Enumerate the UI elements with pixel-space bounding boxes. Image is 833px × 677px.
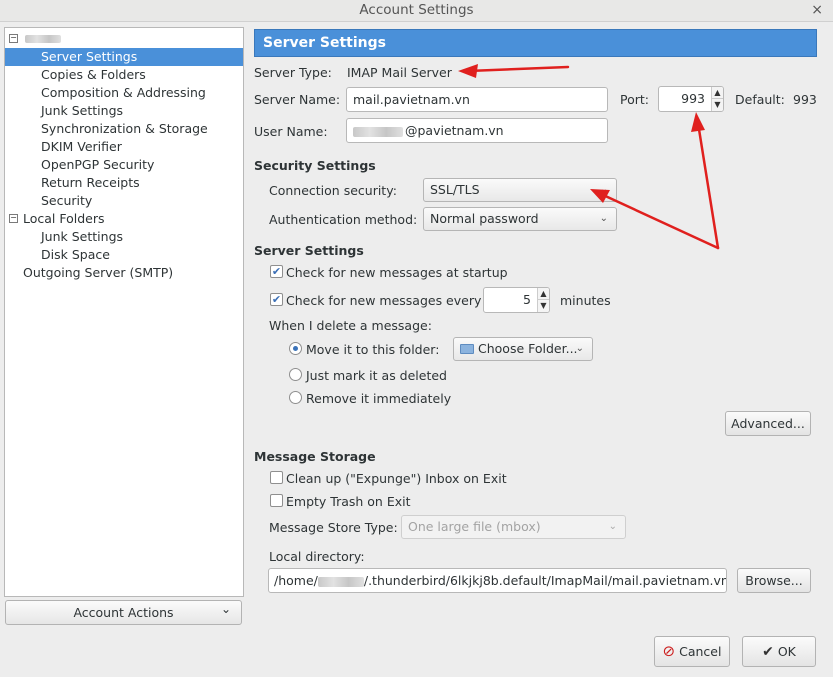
expunge-checkbox[interactable]: [270, 471, 283, 484]
tree-item-local-junk[interactable]: Junk Settings: [5, 228, 243, 246]
tree-item-security[interactable]: Security: [5, 192, 243, 210]
port-label: Port:: [620, 92, 649, 107]
server-type-value: IMAP Mail Server: [347, 65, 452, 80]
arrow-head: [691, 112, 705, 132]
auth-method-select[interactable]: Normal password ⌄: [423, 207, 617, 231]
remove-immediately-radio[interactable]: [289, 391, 302, 404]
auth-method-label: Authentication method:: [269, 212, 418, 227]
tree-local-folders[interactable]: − Local Folders: [5, 210, 243, 228]
check-every-checkbox[interactable]: ✔: [270, 293, 283, 306]
title-bar: Account Settings ×: [0, 0, 833, 22]
panel-header: Server Settings: [254, 29, 817, 57]
message-storage-heading: Message Storage: [254, 449, 376, 464]
account-actions-button[interactable]: Account Actions ⌄: [5, 600, 242, 625]
empty-trash-label: Empty Trash on Exit: [286, 494, 411, 509]
collapse-toggle-icon[interactable]: −: [9, 34, 18, 43]
user-name-value: @pavietnam.vn: [405, 123, 504, 138]
spin-up-icon[interactable]: ▲: [711, 87, 723, 99]
default-port-value: 993: [793, 92, 817, 107]
tree-item-server-settings[interactable]: Server Settings: [5, 48, 243, 66]
minutes-label: minutes: [560, 293, 611, 308]
check-interval-input[interactable]: 5 ▲ ▼: [483, 287, 550, 313]
local-directory-label: Local directory:: [269, 549, 365, 564]
user-name-label: User Name:: [254, 124, 328, 139]
connection-security-select[interactable]: SSL/TLS ⌄: [423, 178, 617, 202]
tree-local-folders-label: Local Folders: [23, 211, 105, 226]
ok-label: OK: [777, 644, 796, 659]
server-name-label: Server Name:: [254, 92, 341, 107]
chevron-down-icon: ⌄: [575, 343, 584, 354]
tree-item-disk-space[interactable]: Disk Space: [5, 246, 243, 264]
ok-check-icon: ✔: [762, 644, 774, 660]
redacted-username: [353, 126, 403, 137]
auth-method-value: Normal password: [430, 211, 539, 226]
local-dir-prefix: /home/: [274, 573, 318, 588]
port-value: 993: [681, 91, 705, 106]
move-to-folder-label: Move it to this folder:: [306, 342, 440, 357]
close-icon[interactable]: ×: [811, 2, 823, 18]
chevron-down-icon: ⌄: [220, 602, 231, 616]
server-settings-heading: Server Settings: [254, 243, 364, 258]
spin-down-icon[interactable]: ▼: [711, 99, 723, 111]
redacted-account-name: [25, 35, 61, 43]
tree-item-dkim[interactable]: DKIM Verifier: [5, 138, 243, 156]
spin-up-icon[interactable]: ▲: [537, 288, 549, 300]
connection-security-label: Connection security:: [269, 183, 397, 198]
tree-item-copies-folders[interactable]: Copies & Folders: [5, 66, 243, 84]
security-settings-heading: Security Settings: [254, 158, 376, 173]
tree-item-sync-storage[interactable]: Synchronization & Storage: [5, 120, 243, 138]
server-type-label: Server Type:: [254, 65, 332, 80]
tree-item-return-receipts[interactable]: Return Receipts: [5, 174, 243, 192]
window-title: Account Settings: [359, 2, 474, 18]
check-every-label: Check for new messages every: [286, 293, 482, 308]
check-interval-value: 5: [523, 292, 531, 307]
account-actions-label: Account Actions: [73, 605, 174, 620]
arrow-head: [458, 64, 478, 78]
move-to-folder-radio[interactable]: [289, 342, 302, 355]
cancel-label: Cancel: [679, 644, 722, 659]
store-type-select[interactable]: One large file (mbox) ⌄: [401, 515, 626, 539]
empty-trash-checkbox[interactable]: [270, 494, 283, 507]
server-name-input[interactable]: mail.pavietnam.vn: [346, 87, 608, 112]
account-tree: − Server Settings Copies & Folders Compo…: [4, 27, 244, 597]
advanced-button[interactable]: Advanced...: [725, 411, 811, 436]
user-name-input[interactable]: @pavietnam.vn: [346, 118, 608, 143]
connection-security-value: SSL/TLS: [430, 182, 480, 197]
check-startup-checkbox[interactable]: ✔: [270, 265, 283, 278]
chevron-down-icon: ⌄: [608, 521, 617, 532]
tree-outgoing-server[interactable]: Outgoing Server (SMTP): [5, 264, 243, 282]
tree-item-junk-settings[interactable]: Junk Settings: [5, 102, 243, 120]
choose-folder-button[interactable]: Choose Folder... ⌄: [453, 337, 593, 361]
local-dir-suffix: /.thunderbird/6lkjkj8b.default/ImapMail/…: [363, 573, 727, 588]
delete-message-label: When I delete a message:: [269, 318, 432, 333]
arrow-connection-security: [599, 192, 720, 250]
mark-deleted-label: Just mark it as deleted: [306, 368, 447, 383]
arrow-port: [696, 121, 720, 250]
choose-folder-label: Choose Folder...: [478, 341, 578, 356]
browse-button[interactable]: Browse...: [737, 568, 811, 593]
redacted-home-user: [317, 576, 364, 587]
cancel-icon: ⊘: [662, 642, 676, 660]
folder-icon: [460, 344, 474, 354]
collapse-toggle-icon[interactable]: −: [9, 214, 18, 223]
tree-item-composition[interactable]: Composition & Addressing: [5, 84, 243, 102]
check-startup-label: Check for new messages at startup: [286, 265, 508, 280]
cancel-button[interactable]: ⊘ Cancel: [654, 636, 730, 667]
store-type-label: Message Store Type:: [269, 520, 398, 535]
port-input[interactable]: 993 ▲ ▼: [658, 86, 724, 112]
chevron-down-icon: ⌄: [599, 213, 608, 224]
local-directory-input[interactable]: /home/ /.thunderbird/6lkjkj8b.default/Ima…: [268, 568, 727, 593]
spin-down-icon[interactable]: ▼: [537, 300, 549, 312]
arrow-server-type: [466, 65, 570, 73]
expunge-label: Clean up ("Expunge") Inbox on Exit: [286, 471, 507, 486]
tree-item-openpgp[interactable]: OpenPGP Security: [5, 156, 243, 174]
mark-deleted-radio[interactable]: [289, 368, 302, 381]
default-port-label: Default:: [735, 92, 785, 107]
ok-button[interactable]: ✔ OK: [742, 636, 816, 667]
store-type-value: One large file (mbox): [408, 519, 541, 534]
tree-account-row[interactable]: −: [5, 30, 243, 48]
chevron-down-icon: ⌄: [599, 184, 608, 195]
remove-immediately-label: Remove it immediately: [306, 391, 452, 406]
